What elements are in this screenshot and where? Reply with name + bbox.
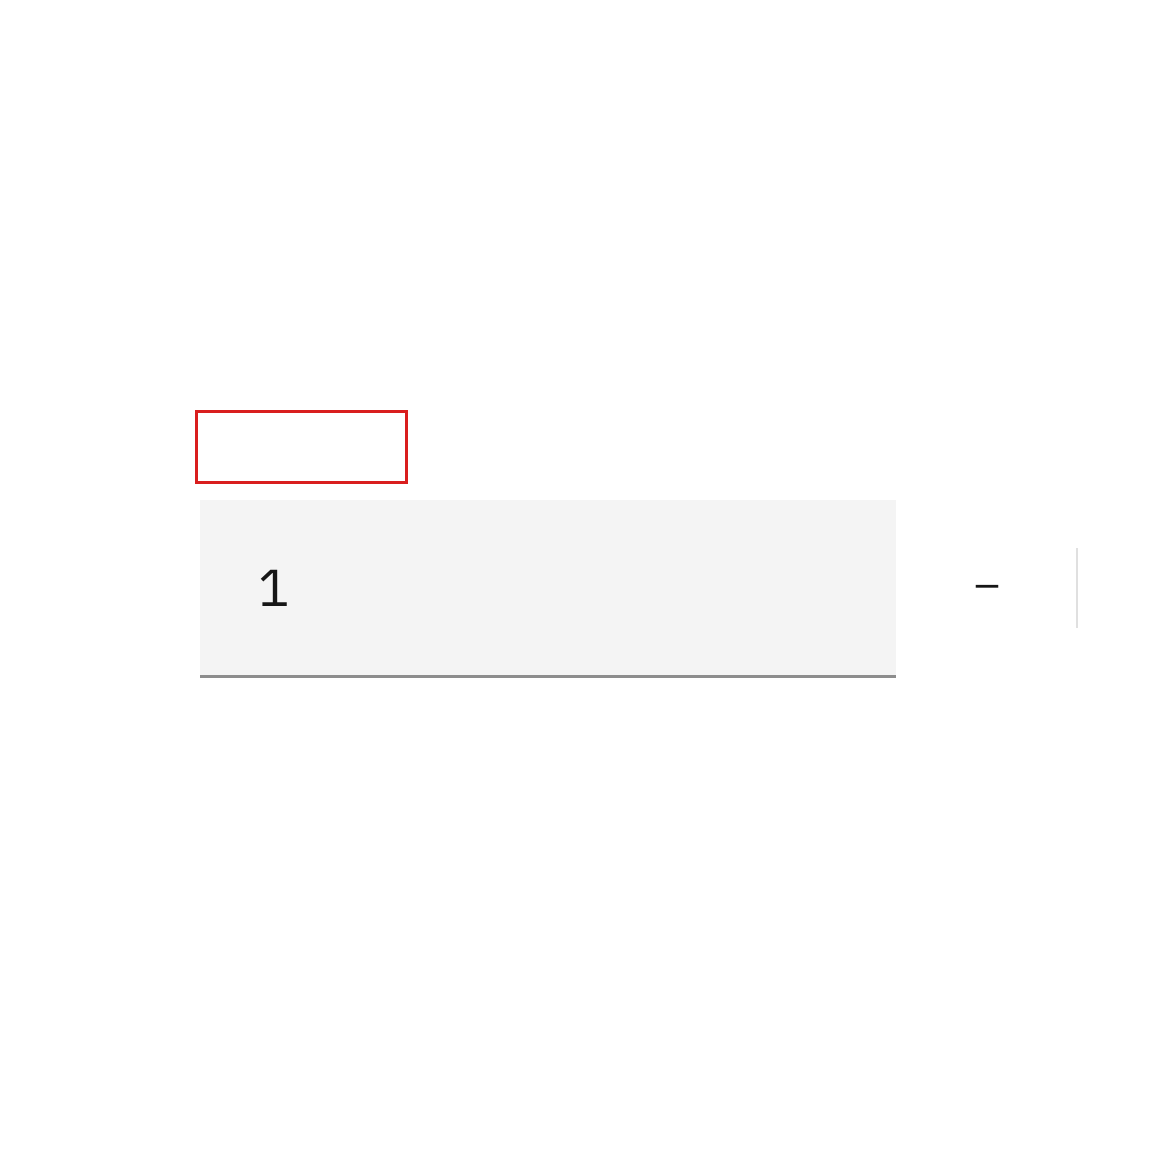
stepper-input[interactable]: [200, 500, 898, 675]
decrement-button[interactable]: [898, 500, 1076, 675]
number-stepper: [200, 500, 896, 678]
input-label: [195, 410, 408, 484]
minus-icon: [969, 568, 1005, 607]
increment-button[interactable]: [1078, 500, 1152, 675]
stepper-controls: [898, 500, 1152, 675]
